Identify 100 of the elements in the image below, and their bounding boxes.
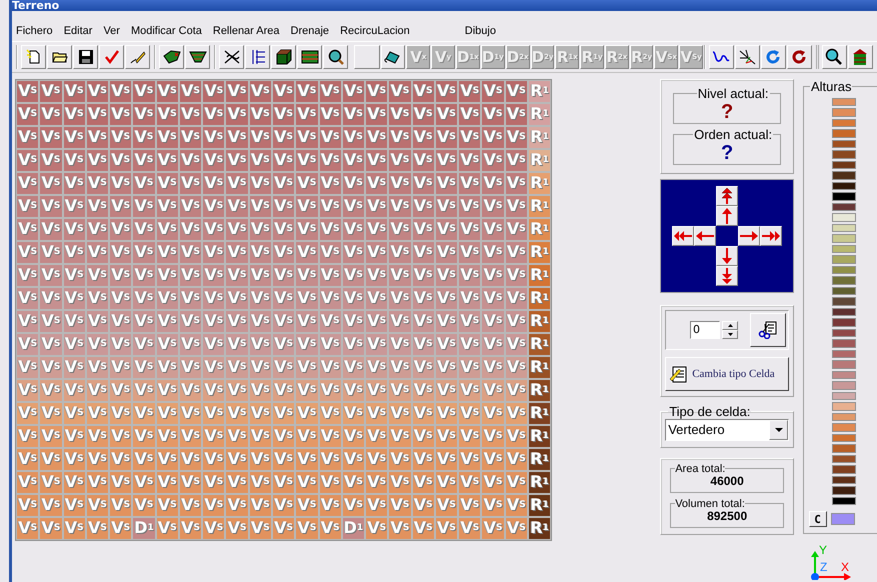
- color-swatch[interactable]: [832, 276, 856, 285]
- paint-bucket-icon[interactable]: [380, 44, 406, 69]
- grid-cell[interactable]: R$^{1}$: [528, 126, 552, 149]
- color-swatch[interactable]: [832, 255, 856, 264]
- grid-cell[interactable]: R$^{1}$: [528, 286, 552, 310]
- pen-icon[interactable]: [125, 44, 150, 69]
- color-swatch[interactable]: [832, 108, 856, 117]
- color-swatch[interactable]: [832, 360, 856, 369]
- color-swatch[interactable]: [832, 98, 856, 106]
- grid-cell[interactable]: R$^{1}$: [528, 402, 552, 425]
- color-swatch[interactable]: [832, 202, 856, 212]
- color-swatch[interactable]: [832, 381, 856, 390]
- redo-icon[interactable]: [786, 44, 812, 69]
- grid-cell[interactable]: R$^{1}$: [528, 264, 552, 287]
- color-swatch[interactable]: [832, 318, 856, 327]
- menu-item[interactable]: Modificar Cota: [130, 25, 202, 38]
- grid-cell[interactable]: R$^{1}$: [528, 516, 552, 540]
- color-swatch[interactable]: [832, 444, 856, 453]
- color-swatch[interactable]: [832, 297, 856, 306]
- menu-item[interactable]: Rellenar Area: [212, 25, 280, 38]
- color-swatch[interactable]: [832, 350, 856, 358]
- color-swatch[interactable]: [832, 224, 856, 232]
- color-swatch[interactable]: [832, 423, 856, 432]
- area-value: 46000: [710, 474, 744, 488]
- menu-item[interactable]: Fichero: [16, 25, 53, 38]
- save-icon[interactable]: [73, 44, 98, 69]
- terrain-icon[interactable]: [159, 44, 184, 69]
- color-swatch[interactable]: [832, 339, 856, 348]
- grid-cell[interactable]: R$^{1}$: [528, 424, 552, 448]
- grid-cell[interactable]: R$^{1}$: [528, 310, 552, 333]
- grid-cell[interactable]: R$^{1}$: [528, 80, 552, 103]
- grid-cell[interactable]: R$^{1}$: [528, 378, 552, 402]
- grid-cell[interactable]: R$^{1}$: [528, 448, 552, 471]
- menu-item[interactable]: RecircuLacion: [340, 25, 410, 38]
- grid-cell[interactable]: R$^{1}$: [528, 218, 552, 241]
- color-swatch[interactable]: [832, 392, 856, 400]
- open-folder-icon[interactable]: [47, 44, 72, 69]
- check-icon[interactable]: [99, 44, 124, 69]
- level-value: ?: [720, 100, 734, 123]
- clear-button[interactable]: C: [808, 511, 826, 528]
- house-icon[interactable]: [848, 44, 873, 69]
- grid-cell[interactable]: R$^{1}$: [528, 470, 552, 494]
- scribble-icon[interactable]: [219, 44, 244, 69]
- grid-cell[interactable]: R$^{1}$: [528, 332, 552, 356]
- color-swatch[interactable]: [832, 150, 856, 159]
- zoom-icon[interactable]: [323, 44, 348, 69]
- basin-icon[interactable]: [185, 44, 210, 69]
- color-swatch[interactable]: [832, 140, 856, 148]
- group-label: Tipo de celda:: [668, 404, 752, 419]
- color-swatch[interactable]: [832, 328, 856, 338]
- order-value: ?: [720, 142, 734, 164]
- grid-cell[interactable]: R$^{1}$: [528, 240, 552, 264]
- window-title: Terreno: [12, 0, 60, 11]
- color-swatch[interactable]: [832, 118, 856, 128]
- new-file-icon[interactable]: [21, 44, 46, 69]
- column-lines-icon[interactable]: [245, 44, 270, 69]
- grid-cell[interactable]: R$^{1}$: [528, 356, 552, 379]
- color-swatch[interactable]: [832, 465, 856, 474]
- refresh-icon[interactable]: [760, 44, 786, 69]
- spin-up-icon[interactable]: [722, 320, 738, 330]
- menu-item[interactable]: Dibujo: [464, 25, 496, 38]
- change-cell-type-button[interactable]: Cambia tipo Celda: [665, 356, 789, 391]
- grid-cell[interactable]: R$^{1}$: [528, 148, 552, 172]
- layers-icon[interactable]: [297, 44, 322, 69]
- color-swatch[interactable]: [832, 454, 856, 464]
- color-swatch[interactable]: [832, 286, 856, 296]
- color-swatch[interactable]: [832, 434, 856, 442]
- cell-type-dropdown[interactable]: Vertedero: [665, 418, 789, 441]
- color-swatch[interactable]: [832, 486, 856, 495]
- color-swatch[interactable]: [832, 182, 856, 190]
- menu-item[interactable]: Editar: [64, 25, 92, 38]
- blank-button[interactable]: [354, 44, 380, 69]
- group-label: Orden actual:: [693, 126, 774, 142]
- search-icon[interactable]: [822, 44, 847, 69]
- menu-item[interactable]: Drenaje: [290, 25, 330, 38]
- color-swatch[interactable]: [832, 171, 856, 180]
- level-input[interactable]: 0: [690, 320, 720, 339]
- color-swatch[interactable]: [832, 213, 856, 222]
- menu-item[interactable]: Ver: [103, 25, 120, 38]
- color-swatch[interactable]: [832, 370, 856, 380]
- color-swatch[interactable]: [832, 266, 856, 274]
- scissors-icon[interactable]: [750, 312, 786, 347]
- color-swatch[interactable]: [832, 244, 856, 254]
- grid-cell[interactable]: R$^{1}$: [528, 102, 552, 126]
- grid-cell[interactable]: R$^{1}$: [528, 194, 552, 218]
- grid-cell[interactable]: R$^{1}$: [528, 172, 552, 195]
- grid-cell[interactable]: R$^{1}$: [528, 494, 552, 517]
- cube-icon[interactable]: [271, 44, 296, 69]
- color-swatch[interactable]: [832, 192, 856, 201]
- grid-cell[interactable]: D$^{1}$: [342, 516, 366, 540]
- branch-lines-icon[interactable]: [734, 44, 760, 69]
- color-swatch[interactable]: [832, 402, 856, 411]
- grid-cell[interactable]: D$^{1}$: [132, 516, 156, 540]
- color-swatch[interactable]: [832, 129, 856, 138]
- color-swatch[interactable]: [832, 412, 856, 422]
- color-swatch[interactable]: [832, 160, 856, 170]
- color-swatch[interactable]: [832, 496, 856, 506]
- color-swatch[interactable]: [832, 234, 856, 243]
- color-swatch[interactable]: [832, 476, 856, 484]
- color-swatch[interactable]: [832, 308, 856, 316]
